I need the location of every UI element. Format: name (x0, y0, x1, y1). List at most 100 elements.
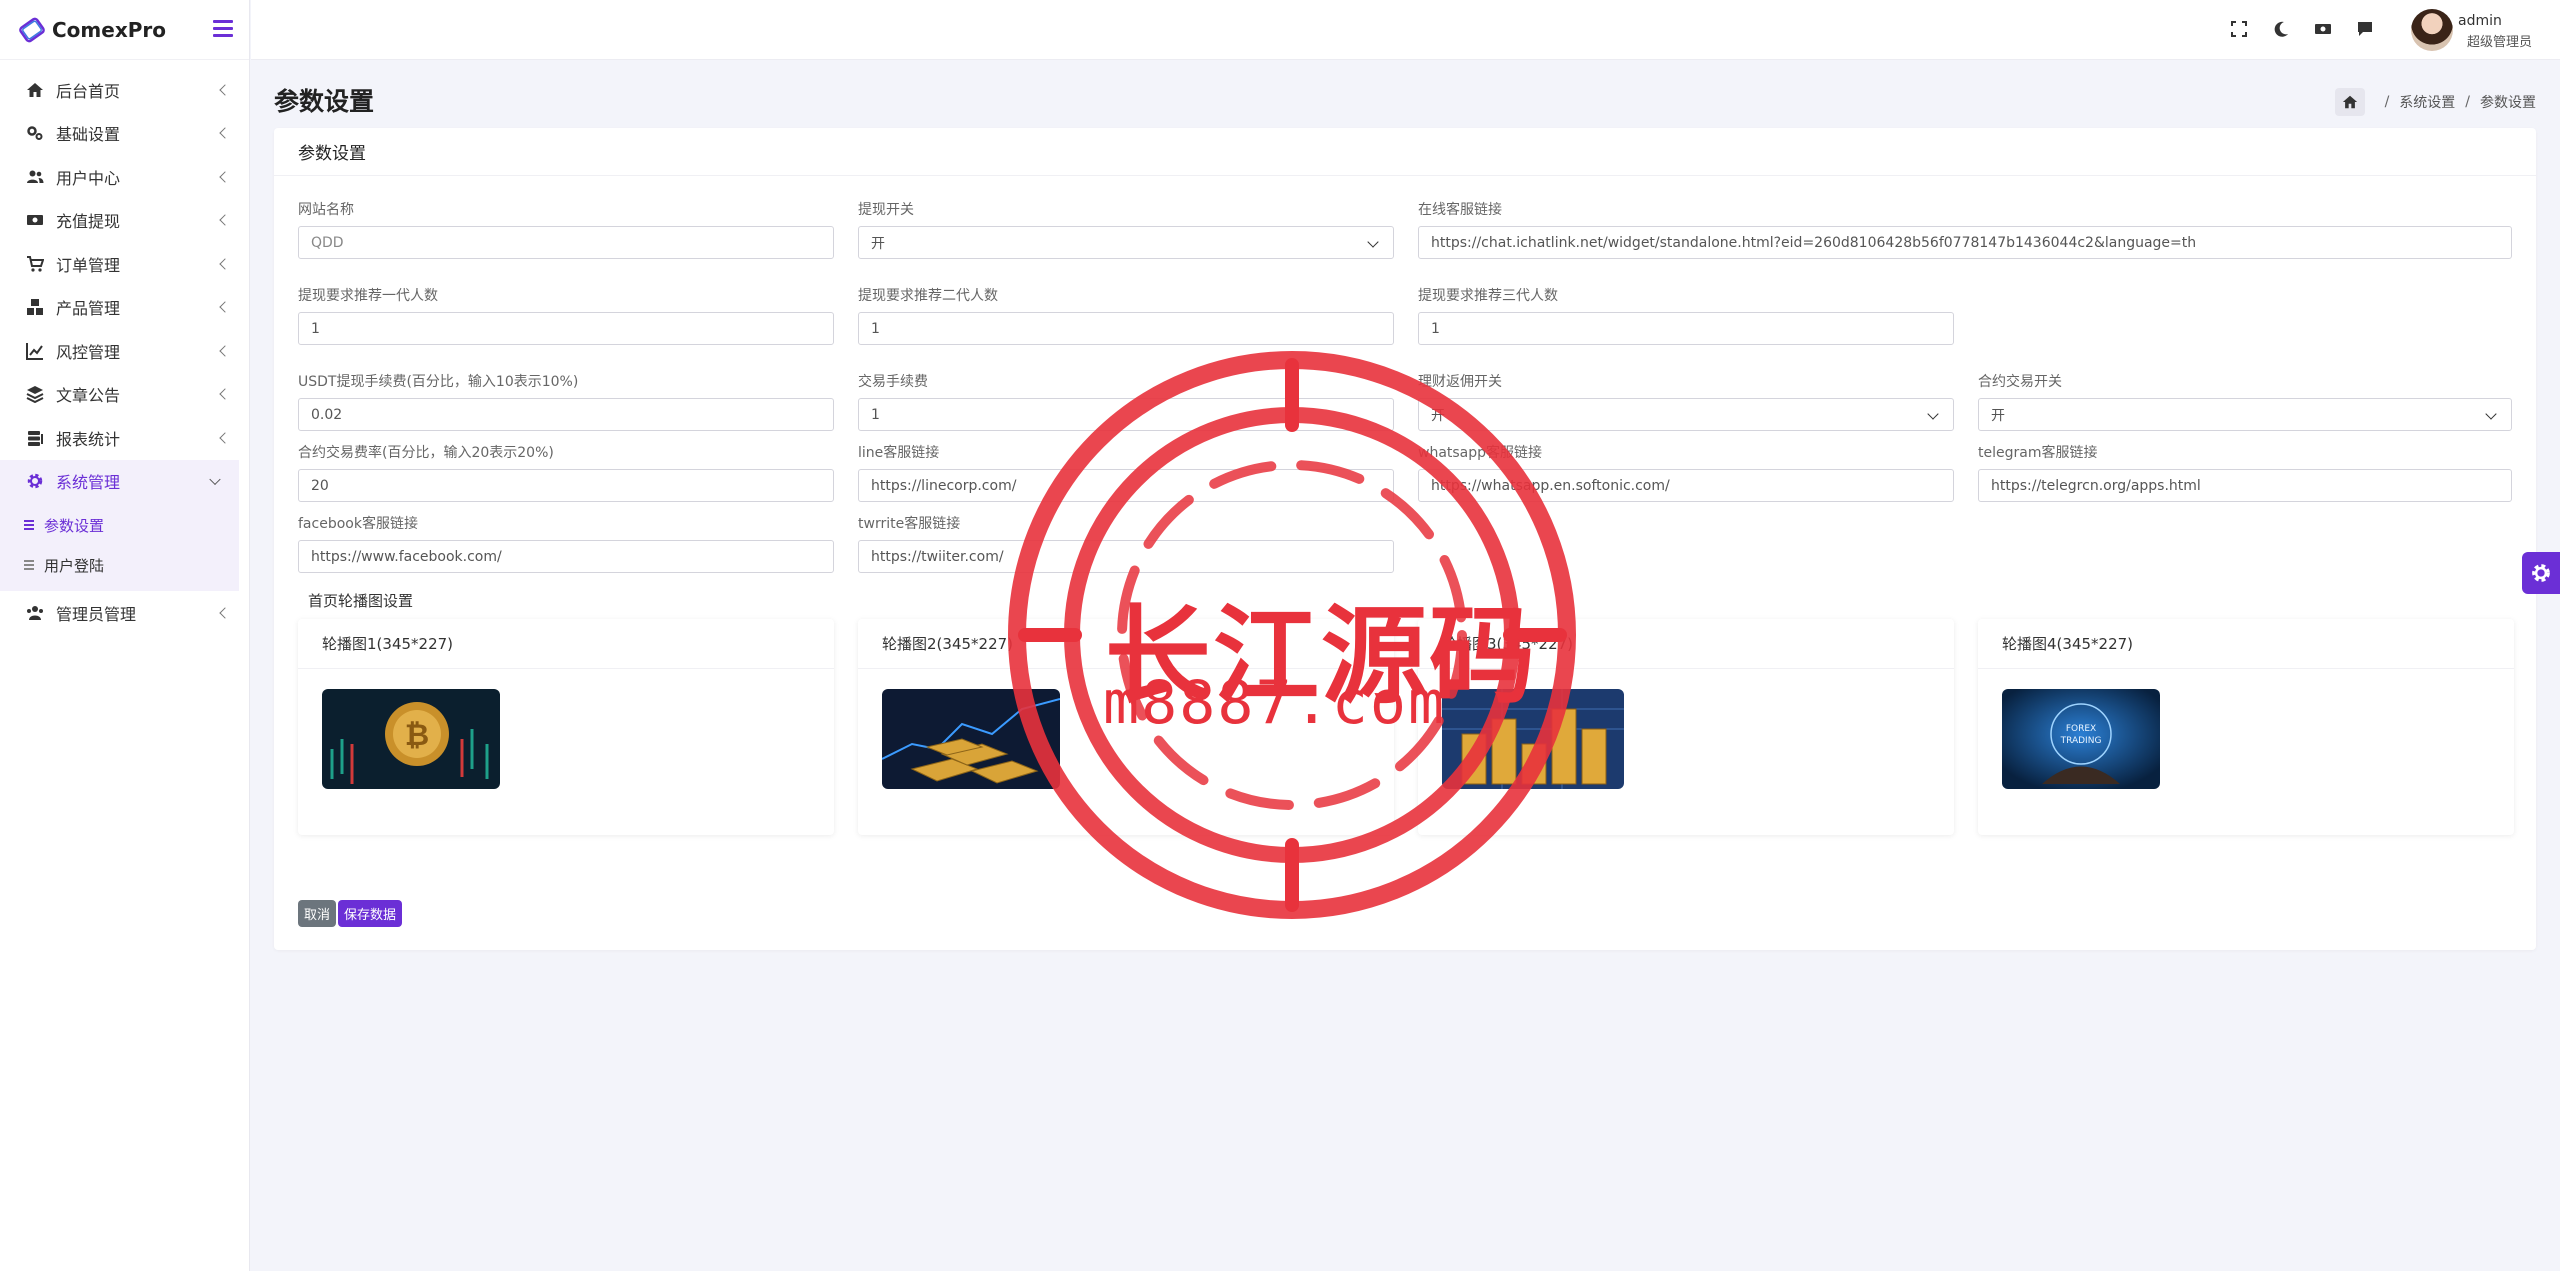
sidebar-item-users[interactable]: 用户中心 (0, 155, 249, 199)
field-label: 提现要求推荐三代人数 (1418, 288, 1558, 304)
field-ref1: 提现要求推荐一代人数 1 (298, 288, 834, 345)
cubes-icon (26, 298, 44, 316)
ref3-input[interactable]: 1 (1418, 312, 1954, 345)
moon-icon[interactable] (2272, 20, 2290, 38)
ref2-input[interactable]: 1 (858, 312, 1394, 345)
field-label: facebook客服链接 (298, 516, 418, 532)
sidebar-item-label: 风控管理 (56, 342, 121, 362)
field-whatsapp-link: whatsapp客服链接 https://whatsapp.en.softoni… (1418, 445, 1954, 502)
field-line-link: line客服链接 https://linecorp.com/ (858, 445, 1394, 502)
logo[interactable]: ComexPro (0, 0, 249, 60)
money-icon[interactable] (2314, 20, 2332, 38)
user-name[interactable]: admin (2458, 13, 2520, 29)
carousel-card-4: 轮播图4(345*227) FOREX TRADING (1978, 619, 2514, 835)
facebook-link-input[interactable]: https://www.facebook.com/ (298, 540, 834, 573)
carousel-image-bitcoin[interactable]: ₿ (322, 689, 500, 789)
field-telegram-link: telegram客服链接 https://telegrcn.org/apps.h… (1978, 445, 2512, 502)
cs-link-input[interactable]: https://chat.ichatlink.net/widget/standa… (1418, 226, 2512, 259)
cancel-button[interactable]: 取消 (298, 900, 337, 927)
sidebar-item-risk-control[interactable]: 风控管理 (0, 329, 249, 373)
fullscreen-icon[interactable] (2230, 20, 2248, 38)
svg-text:₿: ₿ (405, 718, 429, 753)
carousel-image-forex[interactable]: FOREX TRADING (2002, 689, 2160, 789)
twitter-link-input[interactable]: https://twiiter.com/ (858, 540, 1394, 573)
field-label: 合约交易开关 (1978, 374, 2062, 390)
sidebar-item-basic-settings[interactable]: 基础设置 (0, 112, 249, 156)
sidebar-item-reports[interactable]: 报表统计 (0, 416, 249, 460)
sidebar-item-products[interactable]: 产品管理 (0, 286, 249, 330)
sidebar-item-orders[interactable]: 订单管理 (0, 242, 249, 286)
sidebar: ComexPro 后台首页 基础设置 用户中心 充值提现 订单管理 产品管理 风… (0, 0, 250, 1271)
contract-rate-input[interactable]: 20 (298, 469, 834, 502)
sidebar-item-label: 用户中心 (56, 168, 121, 188)
carousel-image-gold[interactable] (882, 689, 1060, 789)
field-trade-fee: 交易手续费 1 (858, 374, 1394, 431)
chevron-left-icon (219, 127, 231, 139)
field-facebook-link: facebook客服链接 https://www.facebook.com/ (298, 516, 834, 573)
field-label: 网站名称 (298, 202, 354, 218)
sidebar-item-label: 后台首页 (56, 81, 121, 101)
sidebar-item-deposit-withdraw[interactable]: 充值提现 (0, 199, 249, 243)
chevron-left-icon (219, 388, 231, 400)
sidebar-item-label: 订单管理 (56, 255, 121, 275)
field-contract-rate: 合约交易费率(百分比，输入20表示20%) 20 (298, 445, 834, 502)
trade-fee-input[interactable]: 1 (858, 398, 1394, 431)
breadcrumb-separator: / (2465, 94, 2470, 110)
carousel-card-title: 轮播图4(345*227) (1978, 619, 2514, 669)
list-icon (24, 560, 34, 570)
ref1-input[interactable]: 1 (298, 312, 834, 345)
chevron-left-icon (219, 607, 231, 619)
users-icon (26, 168, 44, 186)
sidebar-item-admins[interactable]: 管理员管理 (0, 591, 249, 635)
submenu-item-user-login[interactable]: 用户登陆 (0, 545, 239, 585)
line-link-input[interactable]: https://linecorp.com/ (858, 469, 1394, 502)
chart-line-icon (26, 342, 44, 360)
home-icon (2342, 95, 2357, 109)
settings-gear-button[interactable] (2522, 552, 2560, 594)
gears-icon (26, 124, 44, 142)
submenu-item-param-settings[interactable]: 参数设置 (0, 505, 239, 545)
sidebar-item-label: 充值提现 (56, 212, 121, 232)
money-icon (26, 211, 44, 229)
settings-card: 参数设置 网站名称 QDD 提现开关 开 在线客服链接 https://chat… (274, 128, 2536, 950)
save-button[interactable]: 保存数据 (338, 900, 403, 927)
field-label: telegram客服链接 (1978, 445, 2098, 461)
field-label: line客服链接 (858, 445, 940, 461)
field-label: twrrite客服链接 (858, 516, 961, 532)
field-site-name: 网站名称 QDD (298, 202, 834, 259)
contract-switch-select[interactable]: 开 (1978, 398, 2512, 431)
withdraw-switch-select[interactable]: 开 (858, 226, 1394, 259)
field-label: 提现要求推荐一代人数 (298, 288, 438, 304)
forex-text: FOREX (2066, 724, 2096, 734)
field-label: 提现要求推荐二代人数 (858, 288, 998, 304)
chevron-left-icon (219, 345, 231, 357)
avatar[interactable] (2411, 9, 2453, 51)
sidebar-item-articles[interactable]: 文章公告 (0, 373, 249, 417)
field-label: USDT提现手续费(百分比，输入10表示10%) (298, 374, 579, 390)
rebate-switch-select[interactable]: 开 (1418, 398, 1954, 431)
whatsapp-link-input[interactable]: https://whatsapp.en.softonic.com/ (1418, 469, 1954, 502)
breadcrumb-item[interactable]: 系统设置 (2399, 92, 2455, 112)
usdt-fee-input[interactable]: 0.02 (298, 398, 834, 431)
sidebar-item-home[interactable]: 后台首页 (0, 68, 249, 112)
field-label: 理财返佣开关 (1418, 374, 1502, 390)
carousel-card-1: 轮播图1(345*227) ₿ (298, 619, 834, 835)
site-name-input[interactable]: QDD (298, 226, 834, 259)
brand-name: ComexPro (52, 17, 166, 42)
trading-text: TRADING (2060, 736, 2102, 746)
field-withdraw-switch: 提现开关 开 (858, 202, 1394, 259)
cart-icon (26, 255, 44, 273)
field-usdt-fee: USDT提现手续费(百分比，输入10表示10%) 0.02 (298, 374, 834, 431)
list-icon (24, 520, 34, 530)
telegram-link-input[interactable]: https://telegrcn.org/apps.html (1978, 469, 2512, 502)
layers-icon (26, 385, 44, 404)
field-cs-link: 在线客服链接 https://chat.ichatlink.net/widget… (1418, 202, 2512, 259)
page-title: 参数设置 (274, 87, 375, 116)
breadcrumb-home[interactable] (2334, 88, 2365, 116)
topbar-actions (2230, 20, 2374, 38)
sidebar-item-label: 报表统计 (56, 429, 121, 449)
field-label: 合约交易费率(百分比，输入20表示20%) (298, 445, 554, 461)
menu-toggle-icon[interactable] (213, 20, 233, 37)
message-icon[interactable] (2356, 20, 2374, 38)
sidebar-item-system[interactable]: 系统管理 (0, 459, 239, 503)
